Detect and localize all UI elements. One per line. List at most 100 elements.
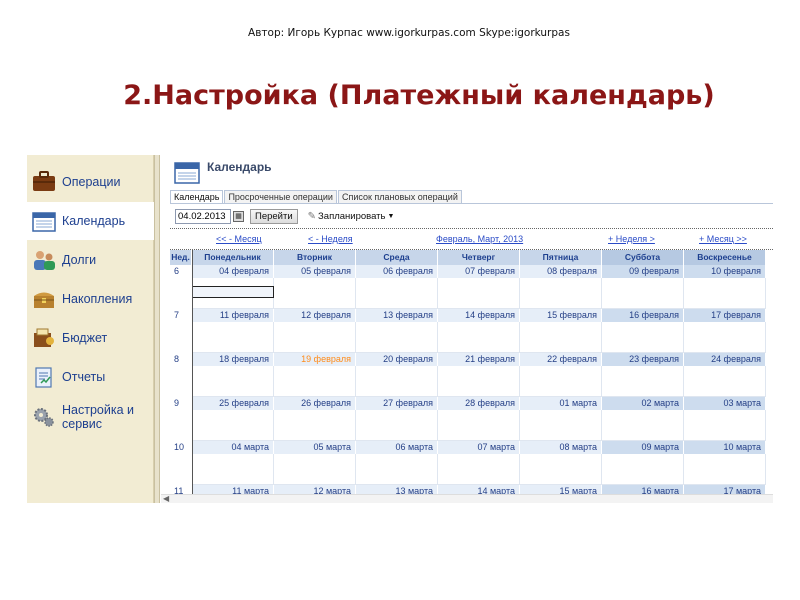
day-number[interactable]: 18 февраля xyxy=(192,353,274,366)
day-number[interactable]: 13 февраля xyxy=(356,309,438,322)
column-header: Среда xyxy=(356,250,438,265)
period-link[interactable]: Февраль, Март, 2013 xyxy=(436,234,523,244)
day-cell[interactable] xyxy=(274,410,356,441)
day-cell[interactable] xyxy=(274,366,356,397)
day-number[interactable]: 06 февраля xyxy=(356,265,438,278)
day-cell[interactable] xyxy=(438,366,520,397)
day-number[interactable]: 20 февраля xyxy=(356,353,438,366)
day-number[interactable]: 21 февраля xyxy=(438,353,520,366)
day-cell[interactable] xyxy=(356,454,438,485)
day-cell[interactable] xyxy=(274,322,356,353)
day-number[interactable]: 10 февраля xyxy=(684,265,766,278)
tab-overdue-operations[interactable]: Просроченные операции xyxy=(224,190,337,204)
day-number[interactable]: 04 марта xyxy=(192,441,274,454)
day-cell[interactable] xyxy=(684,322,766,353)
sidebar-item-operations[interactable]: Операции xyxy=(27,163,154,201)
sidebar-item-budget[interactable]: Бюджет xyxy=(27,319,154,357)
go-button[interactable]: Перейти xyxy=(250,208,298,224)
sidebar-item-calendar[interactable]: Календарь xyxy=(27,202,154,240)
column-header: Воскресенье xyxy=(684,250,766,265)
day-number[interactable]: 07 марта xyxy=(438,441,520,454)
panel-splitter[interactable] xyxy=(154,155,160,503)
day-number[interactable]: 06 марта xyxy=(356,441,438,454)
day-number[interactable]: 12 февраля xyxy=(274,309,356,322)
day-number[interactable]: 05 марта xyxy=(274,441,356,454)
week-number: 9 xyxy=(174,398,180,408)
day-cell[interactable] xyxy=(602,278,684,309)
day-number[interactable]: 03 марта xyxy=(684,397,766,410)
day-number[interactable]: 26 февраля xyxy=(274,397,356,410)
day-cell[interactable] xyxy=(602,366,684,397)
day-cell[interactable] xyxy=(192,322,274,353)
calendar-picker-icon[interactable]: ▦ xyxy=(233,210,244,222)
day-number[interactable]: 11 февраля xyxy=(192,309,274,322)
day-cell[interactable] xyxy=(356,278,438,309)
week-number: 10 xyxy=(174,442,185,452)
day-cell[interactable] xyxy=(602,454,684,485)
day-number[interactable]: 09 февраля xyxy=(602,265,684,278)
day-number[interactable]: 17 февраля xyxy=(684,309,766,322)
next-month-link[interactable]: + Месяц >> xyxy=(699,234,747,244)
day-number[interactable]: 27 февраля xyxy=(356,397,438,410)
sidebar-item-debts[interactable]: Долги xyxy=(27,241,154,279)
schedule-dropdown[interactable]: ✎ Запланировать ▼ xyxy=(308,211,395,222)
day-number[interactable]: 05 февраля xyxy=(274,265,356,278)
day-cell[interactable] xyxy=(438,278,520,309)
day-cell[interactable] xyxy=(520,278,602,309)
day-cell[interactable] xyxy=(684,278,766,309)
sidebar-item-savings[interactable]: Накопления xyxy=(27,280,154,318)
day-number[interactable]: 15 февраля xyxy=(520,309,602,322)
selected-cell[interactable] xyxy=(192,286,274,298)
column-header: Вторник xyxy=(274,250,356,265)
sidebar-item-settings[interactable]: Настройка и сервис xyxy=(27,397,154,437)
day-cell[interactable] xyxy=(520,366,602,397)
prev-month-link[interactable]: << - Месяц xyxy=(216,234,262,244)
day-cell[interactable] xyxy=(438,454,520,485)
day-cell[interactable] xyxy=(602,410,684,441)
day-number[interactable]: 02 марта xyxy=(602,397,684,410)
day-number[interactable]: 25 февраля xyxy=(192,397,274,410)
day-cell[interactable] xyxy=(520,454,602,485)
day-number[interactable]: 08 февраля xyxy=(520,265,602,278)
date-input[interactable] xyxy=(175,208,231,224)
day-cell[interactable] xyxy=(684,366,766,397)
day-number[interactable]: 22 февраля xyxy=(520,353,602,366)
day-number[interactable]: 07 февраля xyxy=(438,265,520,278)
next-week-link[interactable]: + Неделя > xyxy=(608,234,655,244)
horizontal-scrollbar[interactable]: ◀ xyxy=(161,494,773,503)
sidebar-item-label: Долги xyxy=(62,253,97,267)
day-number[interactable]: 01 марта xyxy=(520,397,602,410)
day-number[interactable]: 23 февраля xyxy=(602,353,684,366)
day-cell[interactable] xyxy=(192,366,274,397)
prev-week-link[interactable]: < - Неделя xyxy=(308,234,353,244)
day-cell[interactable] xyxy=(520,410,602,441)
sidebar: Операции Календарь Долги Накопления Бюдж… xyxy=(27,155,154,503)
tab-planned-operations[interactable]: Список плановых операций xyxy=(337,190,462,204)
day-number[interactable]: 14 февраля xyxy=(438,309,520,322)
day-number[interactable]: 28 февраля xyxy=(438,397,520,410)
day-cell[interactable] xyxy=(274,454,356,485)
day-cell[interactable] xyxy=(684,410,766,441)
day-number[interactable]: 24 февраля xyxy=(684,353,766,366)
day-cell[interactable] xyxy=(356,322,438,353)
day-cell[interactable] xyxy=(274,278,356,309)
day-number[interactable]: 19 февраля xyxy=(274,353,356,366)
day-number[interactable]: 09 марта xyxy=(602,441,684,454)
day-number[interactable]: 04 февраля xyxy=(192,265,274,278)
day-cell[interactable] xyxy=(438,322,520,353)
day-cell[interactable] xyxy=(684,454,766,485)
day-number[interactable]: 08 марта xyxy=(520,441,602,454)
scroll-left-icon[interactable]: ◀ xyxy=(163,494,169,503)
day-cell[interactable] xyxy=(602,322,684,353)
day-cell[interactable] xyxy=(520,322,602,353)
tab-calendar[interactable]: Календарь xyxy=(170,190,224,204)
day-cell[interactable] xyxy=(438,410,520,441)
day-cell[interactable] xyxy=(356,366,438,397)
day-cell[interactable] xyxy=(192,410,274,441)
day-cell[interactable] xyxy=(356,410,438,441)
calendar-grid: << - Месяц < - Неделя Февраль, Март, 201… xyxy=(170,228,773,503)
sidebar-item-reports[interactable]: Отчеты xyxy=(27,358,154,396)
day-cell[interactable] xyxy=(192,454,274,485)
day-number[interactable]: 16 февраля xyxy=(602,309,684,322)
day-number[interactable]: 10 марта xyxy=(684,441,766,454)
